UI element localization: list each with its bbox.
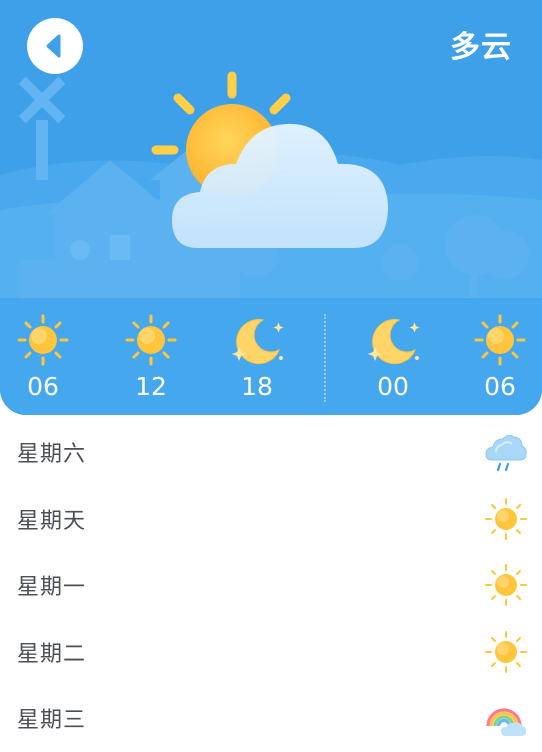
hourly-time: 06 [27, 372, 59, 401]
list-item[interactable]: 星期六 [0, 418, 542, 485]
sun-icon [474, 314, 526, 366]
hourly-time: 12 [135, 372, 167, 401]
weather-condition-title: 多云 [450, 30, 512, 65]
list-item[interactable]: 星期一 [0, 551, 542, 618]
sun-icon [485, 564, 527, 606]
hourly-item[interactable]: 00 [358, 312, 428, 401]
hourly-time: 06 [484, 372, 516, 401]
rain-cloud-icon [485, 434, 527, 472]
list-item[interactable]: 星期二 [0, 618, 542, 685]
moon-icon [368, 319, 420, 365]
day-divider-line [324, 314, 326, 402]
hourly-item[interactable]: 12 [116, 312, 186, 401]
day-name: 星期一 [17, 575, 87, 600]
partly-cloudy-icon [151, 71, 388, 248]
sun-icon [17, 314, 69, 366]
hourly-item[interactable]: 06 [465, 312, 535, 401]
hourly-item[interactable]: 18 [222, 312, 292, 401]
sun-icon [125, 314, 177, 366]
list-item[interactable]: 星期三 [0, 684, 542, 751]
weather-app: 多云 06 12 18 00 06 星期六 星期天 星期一 星期二 星期三 [0, 0, 542, 752]
back-button[interactable] [27, 18, 83, 74]
sun-icon [485, 630, 527, 673]
hourly-time: 00 [377, 372, 409, 401]
hourly-item[interactable]: 06 [8, 312, 78, 401]
daily-forecast-list: 星期六 星期天 星期一 星期二 星期三 [0, 418, 542, 751]
weather-header: 多云 06 12 18 00 06 [0, 0, 542, 415]
sun-icon [485, 497, 527, 540]
day-name: 星期二 [17, 641, 87, 667]
moon-icon [232, 319, 284, 365]
list-item[interactable]: 星期天 [0, 485, 542, 552]
day-name: 星期三 [17, 708, 87, 733]
back-arrow-icon [46, 34, 61, 58]
day-name: 星期天 [17, 508, 87, 534]
day-name: 星期六 [17, 442, 87, 467]
rainbow-cloud-icon [486, 708, 527, 736]
hourly-time: 18 [241, 372, 273, 401]
